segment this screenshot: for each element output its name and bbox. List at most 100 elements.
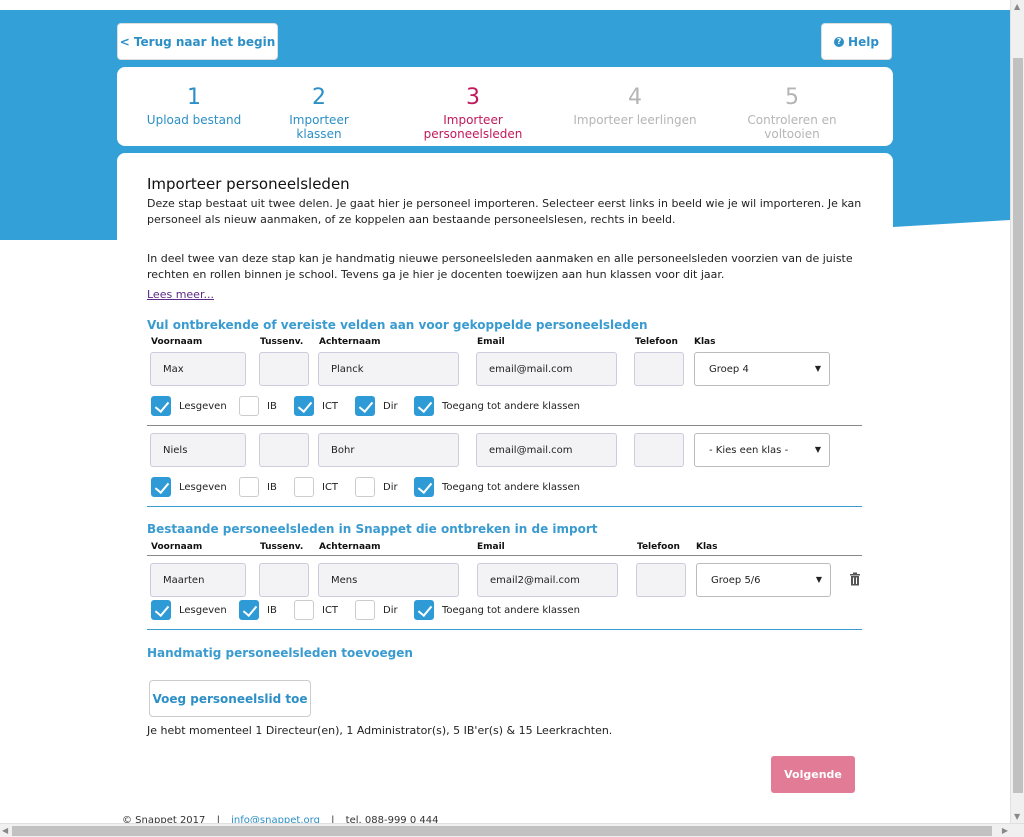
page-title: Importeer personeelsleden: [147, 175, 350, 193]
ib-label: IB: [267, 401, 277, 412]
col-first-name: Voornaam: [151, 337, 203, 347]
first-name-input[interactable]: Max: [150, 352, 246, 386]
step-3[interactable]: 3 Importeer personeelsleden: [397, 85, 549, 141]
class-select[interactable]: Groep 5/6 ▼: [696, 563, 831, 597]
first-name-input[interactable]: Niels: [150, 433, 246, 467]
step-label: Importeer personeelsleden: [423, 113, 523, 141]
scroll-up-icon[interactable]: ▲: [1014, 2, 1020, 11]
intro-paragraph-1: Deze stap bestaat uit twee delen. Je gaa…: [147, 197, 862, 226]
add-staff-button[interactable]: Voeg personeelslid toe: [149, 680, 311, 717]
dir-checkbox[interactable]: [355, 477, 375, 497]
ict-checkbox[interactable]: [294, 600, 314, 620]
step-number: 3: [466, 85, 480, 110]
back-to-start-button[interactable]: < Terug naar het begin: [117, 23, 278, 60]
phone-input[interactable]: [634, 433, 684, 467]
ib-checkbox[interactable]: [239, 396, 259, 416]
email-input[interactable]: email2@mail.com: [477, 563, 618, 597]
class-select-value: Groep 5/6: [711, 574, 761, 586]
col-last-name: Achternaam: [319, 337, 381, 347]
class-select[interactable]: - Kies een klas - ▼: [694, 433, 830, 467]
teach-checkbox[interactable]: [151, 477, 171, 497]
next-button[interactable]: Volgende: [771, 756, 855, 793]
ict-label: ICT: [322, 482, 339, 493]
access-label: Toegang tot andere klassen: [442, 401, 580, 412]
teach-label: Lesgeven: [179, 482, 227, 493]
ib-label: IB: [267, 482, 277, 493]
teach-label: Lesgeven: [179, 401, 227, 412]
read-more-link[interactable]: Lees meer...: [147, 288, 214, 301]
scroll-left-icon[interactable]: ◀: [2, 826, 8, 835]
step-label: Controleren en voltooien: [747, 113, 837, 141]
help-icon: ?: [834, 36, 845, 47]
dir-label: Dir: [383, 401, 398, 412]
help-label: Help: [848, 34, 879, 49]
last-name-input[interactable]: Planck: [318, 352, 459, 386]
existing-section-title: Bestaande personeelsleden in Snappet die…: [147, 522, 598, 536]
step-number: 2: [312, 85, 326, 110]
step-1[interactable]: 1 Upload bestand: [143, 85, 245, 127]
horizontal-scroll-thumb[interactable]: [12, 826, 992, 836]
steps-card: 1 Upload bestand 2 Importeer klassen 3 I…: [117, 67, 893, 146]
teach-checkbox[interactable]: [151, 600, 171, 620]
step-2[interactable]: 2 Importeer klassen: [265, 85, 373, 141]
ict-label: ICT: [322, 401, 339, 412]
ict-label: ICT: [322, 605, 339, 616]
access-label: Toegang tot andere klassen: [442, 605, 580, 616]
phone-input[interactable]: [636, 563, 686, 597]
dir-label: Dir: [383, 605, 398, 616]
staff-summary: Je hebt momenteel 1 Directeur(en), 1 Adm…: [147, 724, 613, 737]
vertical-scroll-thumb[interactable]: [1013, 58, 1023, 793]
step-number: 1: [187, 85, 201, 110]
chevron-down-icon: ▼: [815, 575, 822, 584]
access-label: Toegang tot andere klassen: [442, 482, 580, 493]
last-name-input[interactable]: Bohr: [318, 433, 459, 467]
help-button[interactable]: ? Help: [821, 23, 892, 60]
page-top-strip: [0, 0, 1024, 10]
ict-checkbox[interactable]: [294, 396, 314, 416]
col-phone: Telefoon: [635, 337, 678, 347]
step-4: 4 Importeer leerlingen: [573, 85, 697, 127]
trash-icon[interactable]: [849, 572, 861, 586]
class-select-value: Groep 4: [709, 363, 749, 375]
step-label: Importeer leerlingen: [573, 113, 697, 127]
access-checkbox[interactable]: [414, 396, 434, 416]
col-infix: Tussenv.: [260, 337, 304, 347]
access-checkbox[interactable]: [414, 600, 434, 620]
ib-label: IB: [267, 605, 277, 616]
infix-input[interactable]: [259, 352, 309, 386]
col-class: Klas: [696, 542, 718, 552]
section-divider: [147, 506, 862, 507]
ict-checkbox[interactable]: [294, 477, 314, 497]
dir-checkbox[interactable]: [355, 600, 375, 620]
scroll-right-icon[interactable]: ▶: [1002, 826, 1008, 835]
email-input[interactable]: email@mail.com: [476, 433, 617, 467]
class-select-value: - Kies een klas -: [709, 444, 789, 456]
phone-input[interactable]: [634, 352, 684, 386]
linked-section-title: Vul ontbrekende of vereiste velden aan v…: [147, 318, 648, 332]
scroll-down-icon[interactable]: ▼: [1014, 812, 1020, 821]
col-class: Klas: [694, 337, 716, 347]
col-email: Email: [477, 542, 505, 552]
ib-checkbox[interactable]: [239, 477, 259, 497]
dir-checkbox[interactable]: [355, 396, 375, 416]
vertical-scrollbar[interactable]: ▲ ▼: [1010, 0, 1024, 823]
infix-input[interactable]: [259, 433, 309, 467]
ib-checkbox[interactable]: [239, 600, 259, 620]
email-input[interactable]: email@mail.com: [476, 352, 617, 386]
horizontal-scrollbar[interactable]: ◀ ▶: [0, 823, 1024, 837]
chevron-down-icon: ▼: [814, 364, 821, 373]
last-name-input[interactable]: Mens: [318, 563, 459, 597]
access-checkbox[interactable]: [414, 477, 434, 497]
class-select[interactable]: Groep 4 ▼: [694, 352, 830, 386]
infix-input[interactable]: [259, 563, 309, 597]
col-last-name: Achternaam: [319, 542, 381, 552]
teach-checkbox[interactable]: [151, 396, 171, 416]
teach-label: Lesgeven: [179, 605, 227, 616]
first-name-input[interactable]: Maarten: [150, 563, 246, 597]
main-card: Importeer personeelsleden Deze stap best…: [117, 153, 893, 809]
col-infix: Tussenv.: [260, 542, 304, 552]
manual-add-section-title: Handmatig personeelsleden toevoegen: [147, 646, 413, 660]
step-label: Upload bestand: [146, 113, 242, 127]
step-number: 4: [628, 85, 642, 110]
col-email: Email: [477, 337, 505, 347]
